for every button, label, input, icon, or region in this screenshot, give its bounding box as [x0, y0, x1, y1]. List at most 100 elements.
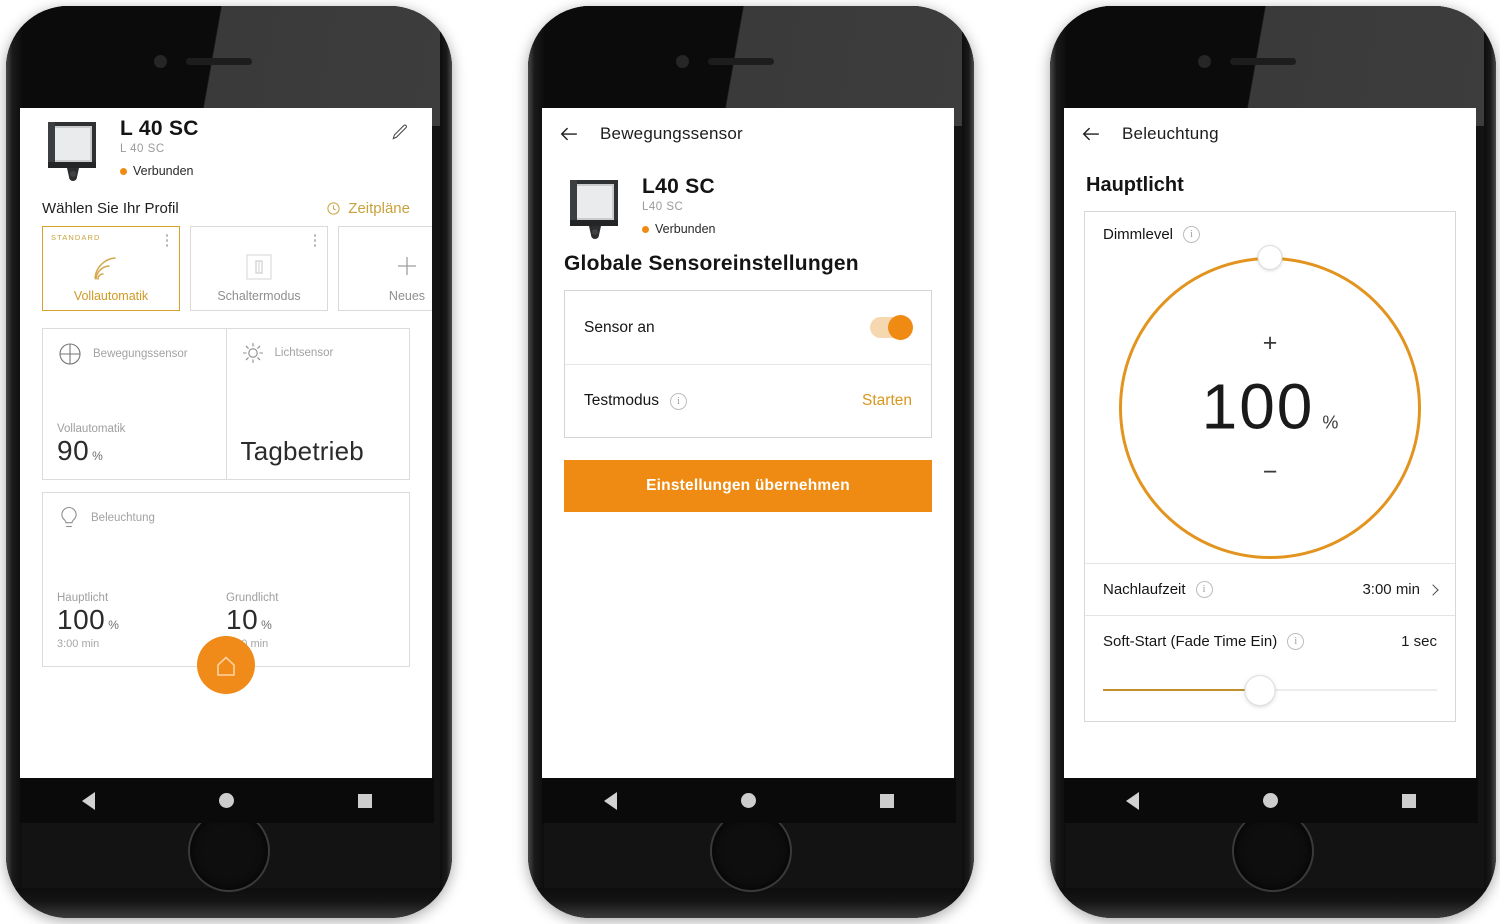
profile-card-caption: Schaltermodus — [217, 289, 301, 303]
profile-card-menu-button[interactable] — [313, 234, 316, 247]
profile-card-caption: Neues — [388, 289, 426, 303]
section-heading: Globale Sensoreinstellungen — [564, 252, 859, 275]
info-icon[interactable]: i — [669, 392, 687, 410]
status-dot-icon — [642, 225, 649, 233]
lighting-item-hauptlicht: Hauptlicht 100% 3:00 min — [57, 592, 226, 650]
schedules-button[interactable]: Zeitpläne — [326, 200, 410, 217]
dim-increase-button[interactable]: + — [1263, 331, 1278, 356]
topbar-title: Bewegungssensor — [600, 124, 743, 143]
device-status-label: Verbunden — [655, 222, 716, 237]
lighting-item-label: Grundlicht — [226, 592, 279, 604]
crosshair-icon — [59, 343, 81, 365]
apply-settings-button[interactable]: Einstellungen übernehmen — [564, 460, 932, 512]
device-name: L40 SC — [642, 175, 715, 198]
slider-knob[interactable] — [1245, 676, 1275, 705]
lighting-card-title: Beleuchtung — [91, 512, 155, 524]
phone-1-android-navbar — [20, 778, 434, 823]
setting-row-soft-start[interactable]: Soft-Start (Fade Time Ein) i 1 sec — [1085, 615, 1455, 721]
phone-2-home-button[interactable] — [712, 812, 790, 890]
info-icon[interactable]: i — [1195, 581, 1213, 598]
lighting-item-unit: % — [261, 618, 273, 632]
dim-readout: 100 % — [1119, 375, 1421, 439]
setting-label: Testmodus — [584, 392, 659, 409]
lighting-item-unit: % — [108, 618, 120, 632]
dial-knob[interactable] — [1258, 246, 1282, 269]
device-status: Verbunden — [642, 222, 932, 236]
phone-1-home-button[interactable] — [190, 812, 268, 890]
motion-sensor-sublabel: Vollautomatik — [57, 423, 126, 435]
device-name: L 40 SC — [120, 117, 199, 140]
phone-3-screen: Beleuchtung Hauptlicht Dimmlevel i + 100… — [1064, 108, 1476, 778]
phone-3-right-edge — [1484, 6, 1496, 918]
nav-home-icon[interactable] — [741, 793, 756, 808]
switch-icon — [191, 253, 327, 281]
nav-back-icon[interactable] — [1126, 791, 1139, 810]
phone-1-screen: L 40 SC L 40 SC Verbunden Wählen Sie Ihr… — [20, 108, 432, 778]
light-sensor-cell[interactable]: Lichtsensor Tagbetrieb — [225, 329, 410, 479]
nav-recent-icon[interactable] — [1402, 793, 1416, 808]
screenshot-root: L 40 SC L 40 SC Verbunden Wählen Sie Ihr… — [0, 0, 1500, 924]
nav-recent-icon[interactable] — [880, 793, 894, 808]
setting-value: 1 sec — [1401, 633, 1437, 650]
sun-icon — [242, 342, 263, 364]
nav-home-icon[interactable] — [1263, 793, 1278, 808]
setting-row-sensor-an[interactable]: Sensor an — [565, 291, 931, 364]
lighting-item-time: 3:00 min — [57, 638, 100, 650]
testmode-start-link[interactable]: Starten — [862, 392, 912, 410]
lighting-item-value: 100 — [57, 604, 106, 635]
sensor-on-toggle[interactable] — [870, 315, 913, 340]
setting-row-nachlaufzeit[interactable]: Nachlaufzeit i 3:00 min — [1085, 563, 1455, 615]
topbar-title: Beleuchtung — [1122, 124, 1219, 143]
info-icon[interactable]: i — [1183, 226, 1201, 243]
lighting-item-time: 5:00 min — [226, 638, 269, 650]
motion-sensor-cell[interactable]: Bewegungssensor Vollautomatik 90% — [43, 329, 226, 479]
chevron-right-icon — [1427, 583, 1439, 596]
arrow-left-icon[interactable] — [1080, 123, 1102, 145]
nav-recent-icon[interactable] — [358, 793, 372, 808]
dimlevel-label: Dimmlevel — [1103, 226, 1174, 243]
schedules-label: Zeitpläne — [348, 200, 410, 217]
profile-card-schaltermodus[interactable]: Schaltermodus — [190, 226, 328, 311]
device-overview-screen: L 40 SC L 40 SC Verbunden Wählen Sie Ihr… — [20, 108, 432, 778]
device-header: L40 SC L40 SC Verbunden — [542, 160, 954, 242]
topbar: Bewegungssensor — [542, 108, 954, 160]
dim-value: 100 — [1201, 370, 1315, 443]
sensor-info-card: Bewegungssensor Vollautomatik 90% Lichts… — [42, 328, 410, 480]
profile-card-vollautomatik[interactable]: STANDARD Vollautomatik — [42, 226, 180, 311]
arrow-left-icon[interactable] — [558, 123, 580, 145]
front-camera-icon — [1198, 55, 1211, 68]
dimmer-dial[interactable]: + 100 % − — [1119, 246, 1421, 559]
profile-card-menu-button[interactable] — [165, 234, 168, 247]
info-icon[interactable]: i — [1287, 633, 1305, 650]
profile-card-caption: Vollautomatik — [73, 289, 149, 303]
dimlevel-header: Dimmlevel i — [1085, 226, 1455, 243]
lighting-item-value: 10 — [226, 604, 259, 635]
global-sensor-settings-card: Sensor an Testmodus i Starten — [564, 290, 932, 438]
device-thumbnail-icon — [570, 180, 618, 239]
front-camera-icon — [676, 55, 689, 68]
profile-card-tag: STANDARD — [51, 233, 101, 242]
motion-sensor-unit: % — [92, 449, 104, 463]
profile-card-neues[interactable]: Neues — [338, 226, 432, 311]
lighting-item-grundlicht: Grundlicht 10% 5:00 min — [226, 592, 395, 650]
pencil-icon[interactable] — [390, 122, 410, 142]
device-header: L 40 SC L 40 SC Verbunden — [20, 108, 432, 184]
setting-value: 3:00 min — [1362, 581, 1420, 598]
soft-start-slider[interactable] — [1103, 673, 1437, 707]
dim-decrease-button[interactable]: − — [1263, 460, 1278, 485]
device-model: L40 SC — [642, 201, 684, 214]
motion-sensor-settings-screen: Bewegungssensor L40 SC L40 SC Verbunden … — [542, 108, 954, 778]
plus-icon — [339, 253, 432, 279]
nav-back-icon[interactable] — [82, 791, 95, 810]
phone-1: L 40 SC L 40 SC Verbunden Wählen Sie Ihr… — [6, 6, 452, 918]
phone-3-home-button[interactable] — [1234, 812, 1312, 890]
lighting-card[interactable]: Beleuchtung Hauptlicht 100% 3:00 min Gru… — [42, 492, 410, 694]
nav-back-icon[interactable] — [604, 791, 617, 810]
home-fab-button[interactable] — [197, 636, 255, 694]
nav-home-icon[interactable] — [219, 793, 234, 808]
motion-sensor-value: 90 — [57, 435, 90, 466]
topbar: Beleuchtung — [1064, 108, 1476, 160]
toggle-knob — [888, 315, 913, 340]
section-heading: Hauptlicht — [1086, 174, 1184, 196]
setting-row-testmodus[interactable]: Testmodus i Starten — [565, 364, 931, 437]
